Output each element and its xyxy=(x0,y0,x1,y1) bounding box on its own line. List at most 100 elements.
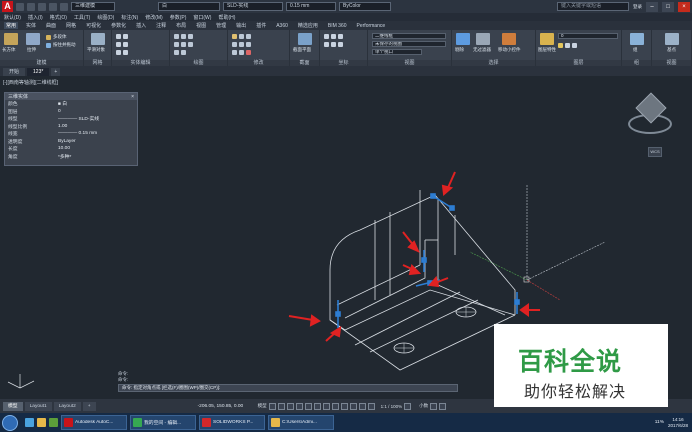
copy-icon[interactable] xyxy=(232,41,237,47)
line-icon[interactable] xyxy=(174,33,179,39)
close-icon[interactable]: × xyxy=(131,94,134,100)
culling-icon[interactable] xyxy=(456,33,470,45)
layer-lock-icon[interactable] xyxy=(572,42,577,48)
annotation-scale[interactable]: 1:1 / 100% xyxy=(381,404,403,409)
taskbar-app-autocad[interactable]: Autodesk AutoC... xyxy=(61,415,127,430)
menu-item[interactable]: 帮助(H) xyxy=(218,14,235,21)
taskbar-app-solidworks[interactable]: SOLIDWORKS P... xyxy=(199,415,265,430)
polysolid-tool[interactable]: 多段体 xyxy=(46,34,67,40)
property-row[interactable]: 图层 0 xyxy=(5,108,137,116)
tab-insert[interactable]: 插入 xyxy=(134,22,148,29)
layer-freeze-icon[interactable] xyxy=(565,42,570,48)
hatch-icon[interactable] xyxy=(188,41,193,47)
viewport-select[interactable]: 单个视口 xyxy=(372,49,422,55)
tab-featured-apps[interactable]: 精选应用 xyxy=(296,22,320,29)
tab-annotate[interactable]: 注释 xyxy=(154,22,168,29)
taskbar-app-editor[interactable]: 我的空间 - 编辑... xyxy=(130,415,196,430)
move-icon[interactable] xyxy=(232,33,237,39)
move-gizmo-icon[interactable] xyxy=(502,33,516,45)
rotate-icon[interactable] xyxy=(239,33,244,39)
tab-parametric[interactable]: 参数化 xyxy=(109,22,128,29)
open-file-icon[interactable] xyxy=(27,2,35,11)
viewport-controls-label[interactable]: [-][西南等轴测][二维线框] xyxy=(3,79,58,86)
ucs-world-icon[interactable] xyxy=(331,33,336,39)
network-usage[interactable]: 11% xyxy=(655,420,664,425)
property-row[interactable]: 线宽 ———— 0.15 mm xyxy=(5,130,137,138)
layout-tab-model[interactable]: 模型 xyxy=(3,401,23,411)
quick-properties-icon[interactable] xyxy=(430,402,438,410)
rectangle-icon[interactable] xyxy=(181,41,186,47)
app-icon[interactable] xyxy=(49,418,58,427)
property-row[interactable]: 透明度 ByLayer xyxy=(5,138,137,146)
menu-item[interactable]: 插入(I) xyxy=(28,14,43,21)
menu-item[interactable]: 参数(P) xyxy=(170,14,187,21)
add-layout-button[interactable]: + xyxy=(82,401,96,411)
model-wireframe[interactable] xyxy=(329,190,516,371)
menu-item[interactable]: 绘图(D) xyxy=(97,14,114,21)
union-tool[interactable] xyxy=(116,33,128,39)
arc-icon[interactable] xyxy=(174,41,179,47)
property-row[interactable]: 长度 10.00 xyxy=(5,145,137,153)
ucs-origin-icon[interactable] xyxy=(338,33,343,39)
tab-solid[interactable]: 实体 xyxy=(24,22,38,29)
ellipse-icon[interactable] xyxy=(174,49,179,55)
tab-view[interactable]: 视图 xyxy=(194,22,208,29)
linetype-select[interactable]: SLD-实线 xyxy=(223,2,283,11)
section-plane-icon[interactable] xyxy=(298,33,312,45)
intersect-tool[interactable] xyxy=(116,49,128,55)
menu-item[interactable]: 默认(D) xyxy=(4,14,21,21)
menu-item[interactable]: 窗口(W) xyxy=(193,14,211,21)
circle-icon[interactable] xyxy=(188,33,193,39)
array-icon[interactable] xyxy=(232,49,237,55)
property-row[interactable]: 颜色 ■ 白 xyxy=(5,100,137,108)
annotation-visibility-icon[interactable] xyxy=(367,402,375,410)
tab-drawing[interactable]: 123* xyxy=(27,68,50,76)
base-view-icon[interactable] xyxy=(665,33,679,45)
ucs-z-icon[interactable] xyxy=(338,41,343,47)
maximize-icon[interactable]: □ xyxy=(662,1,674,12)
menu-item[interactable]: 标注(N) xyxy=(121,14,138,21)
tab-performance[interactable]: Performance xyxy=(355,23,388,29)
tab-a360[interactable]: A360 xyxy=(274,23,290,29)
layer-select[interactable]: 白 xyxy=(158,2,220,11)
coordinate-readout[interactable]: -206.05, 150.85, 0.00 xyxy=(198,404,256,409)
scale-icon[interactable] xyxy=(239,49,244,55)
app-logo-icon[interactable]: A xyxy=(2,1,13,12)
visual-style-select[interactable]: 二维线框 xyxy=(372,33,446,39)
polar-icon[interactable] xyxy=(295,402,303,410)
transparency-icon[interactable] xyxy=(331,402,339,410)
ucs-y-icon[interactable] xyxy=(331,41,336,47)
ucs-x-icon[interactable] xyxy=(324,41,329,47)
otrack-icon[interactable] xyxy=(313,402,321,410)
group-icon[interactable] xyxy=(630,33,644,45)
palette-header[interactable]: 三维实体 × xyxy=(5,93,137,100)
menu-item[interactable]: 格式(O) xyxy=(50,14,67,21)
tab-output[interactable]: 输出 xyxy=(234,22,248,29)
tab-start[interactable]: 开始 xyxy=(3,68,26,76)
menu-item[interactable]: 修改(M) xyxy=(145,14,163,21)
explorer-icon[interactable] xyxy=(37,418,46,427)
tab-surface[interactable]: 曲面 xyxy=(44,22,58,29)
new-file-icon[interactable] xyxy=(16,2,24,11)
property-row[interactable]: 线型 ———— SLD-实线 xyxy=(5,115,137,123)
tab-layout[interactable]: 布局 xyxy=(174,22,188,29)
workspace-icon[interactable] xyxy=(404,402,412,410)
named-view-select[interactable]: 未保存的视图 xyxy=(372,41,446,47)
erase-icon[interactable] xyxy=(246,49,251,55)
tab-home[interactable]: 常用 xyxy=(4,22,19,29)
tab-manage[interactable]: 管理 xyxy=(214,22,228,29)
layer-on-icon[interactable] xyxy=(558,42,563,48)
layer-combo[interactable]: 0 xyxy=(558,33,618,39)
extrude-icon[interactable] xyxy=(26,33,40,45)
mirror-icon[interactable] xyxy=(239,41,244,47)
new-tab-button[interactable]: + xyxy=(51,68,61,76)
box-icon[interactable] xyxy=(4,33,18,45)
polyline-icon[interactable] xyxy=(181,33,186,39)
layout-tab-2[interactable]: Layout2 xyxy=(53,401,81,411)
tab-bim360[interactable]: BIM 360 xyxy=(326,23,349,29)
tab-addins[interactable]: 插件 xyxy=(254,22,268,29)
lineweight-icon[interactable] xyxy=(322,402,330,410)
save-icon[interactable] xyxy=(38,2,46,11)
units-select[interactable]: 小数 xyxy=(419,403,428,409)
dynamic-ucs-icon[interactable] xyxy=(358,402,366,410)
